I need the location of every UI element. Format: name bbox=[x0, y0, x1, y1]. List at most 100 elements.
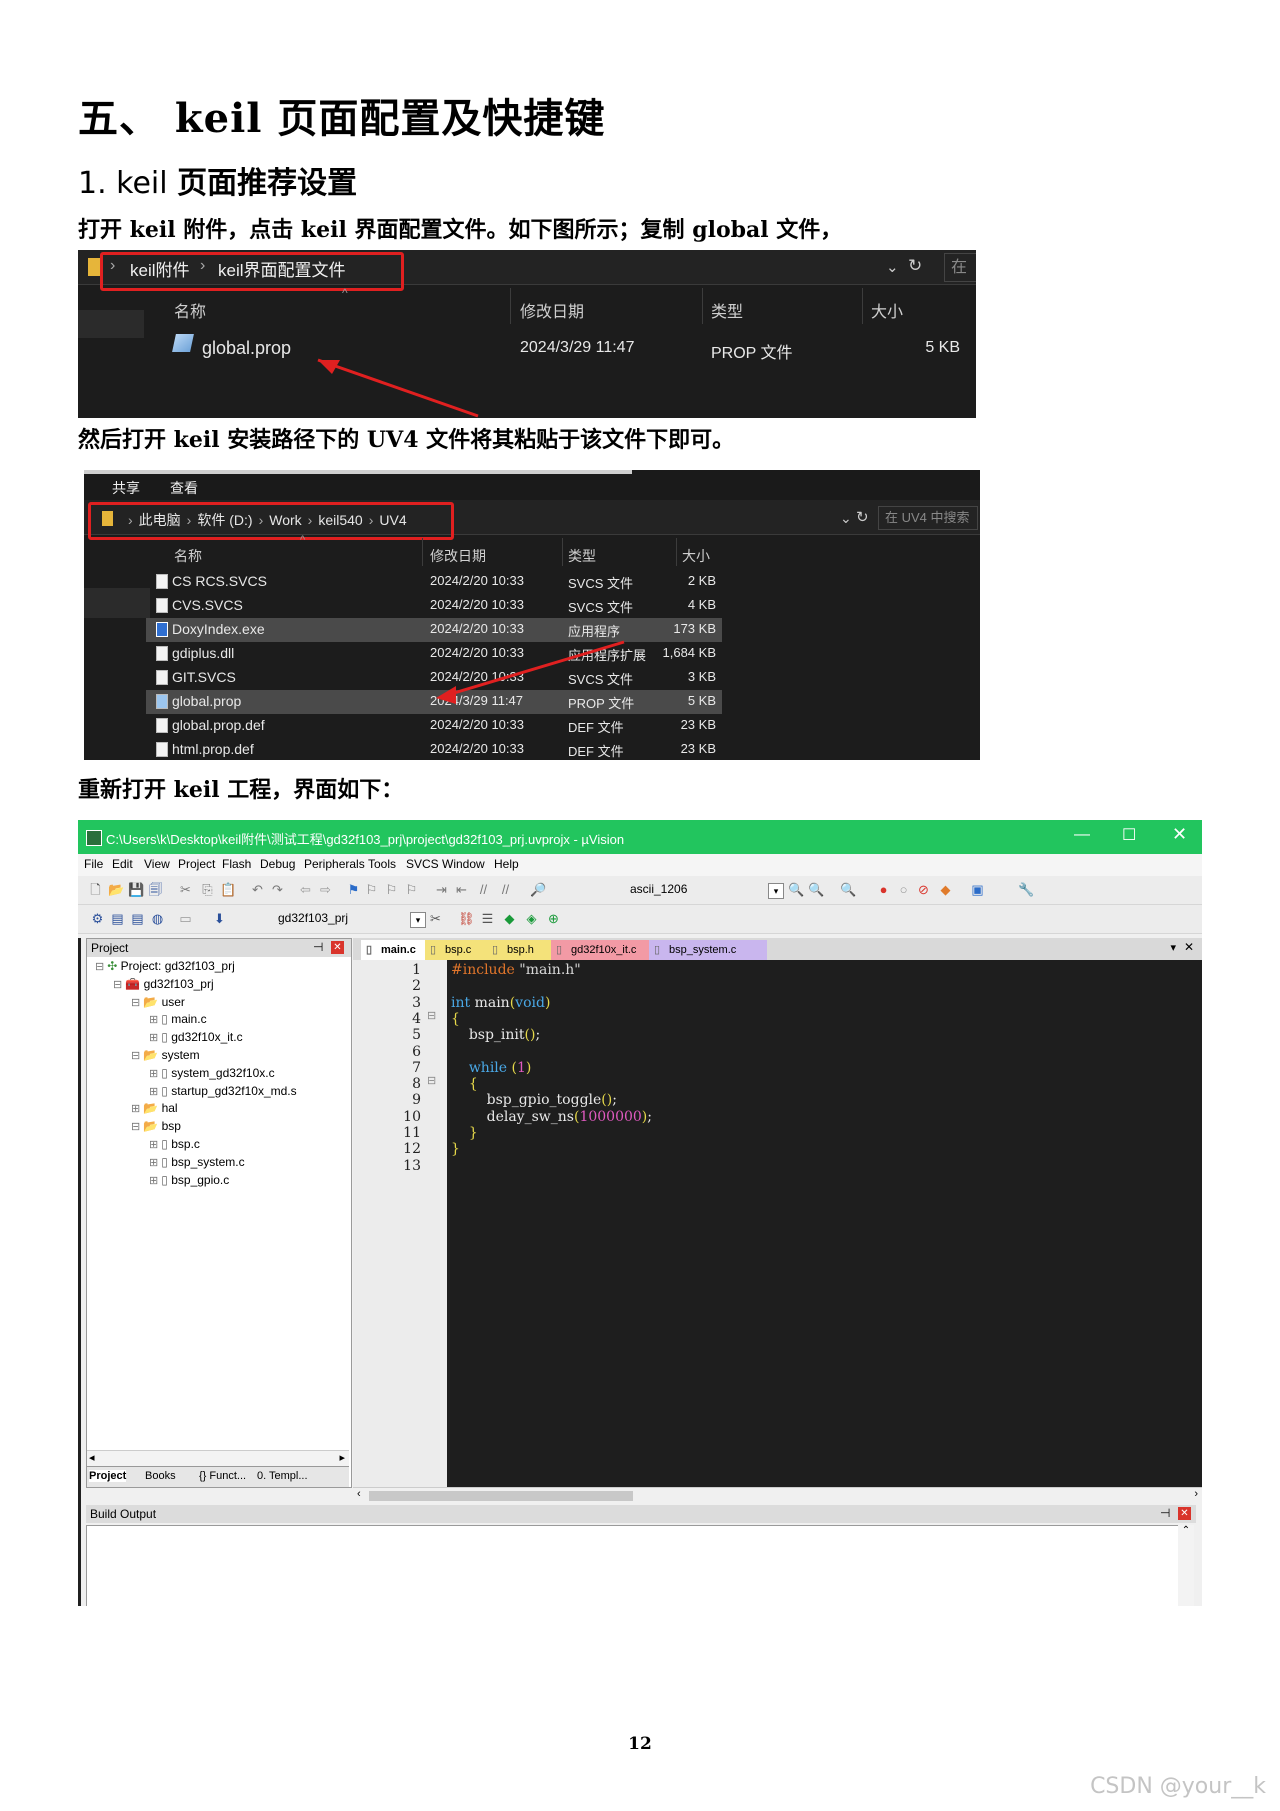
pane-tab[interactable]: 0. Templ... bbox=[257, 1470, 308, 1482]
scroll-right-icon[interactable]: › bbox=[1194, 1488, 1198, 1500]
settings-icon[interactable]: 🔧 bbox=[1018, 882, 1034, 897]
expand-toggle-icon[interactable]: ⊞ bbox=[131, 1103, 143, 1115]
load-icon[interactable]: ⬇ bbox=[212, 911, 227, 926]
menu-flash[interactable]: Flash bbox=[222, 857, 251, 871]
editor-scrollbar[interactable]: ‹ › bbox=[353, 1487, 1202, 1504]
menu-project[interactable]: Project bbox=[178, 857, 215, 871]
translate-icon[interactable]: ⚙ bbox=[90, 911, 105, 926]
breakpoint-icon[interactable]: ● bbox=[876, 882, 891, 897]
expand-toggle-icon[interactable]: ⊞ bbox=[149, 1068, 161, 1080]
find-in-files-icon[interactable]: 🔎 bbox=[530, 882, 546, 897]
file-extensions-icon[interactable]: ☰ bbox=[480, 911, 495, 926]
minimize-button[interactable]: — bbox=[1074, 826, 1090, 844]
scroll-left-icon[interactable]: ‹ bbox=[357, 1488, 361, 1500]
expand-toggle-icon[interactable]: ⊞ bbox=[149, 1014, 161, 1026]
scroll-thumb[interactable] bbox=[369, 1491, 633, 1501]
scroll-left-icon[interactable]: ◂ bbox=[89, 1451, 95, 1464]
tree-item[interactable]: ⊞ 📂 hal bbox=[131, 1101, 178, 1115]
tree-item[interactable]: ⊞ ▯ bsp_gpio.c bbox=[149, 1173, 229, 1187]
close-tab-icon[interactable]: ✕ bbox=[1184, 940, 1194, 954]
select-pack-icon[interactable]: ◆ bbox=[502, 911, 517, 926]
target-options-icon[interactable]: ✂ bbox=[428, 911, 443, 926]
stop-build-icon[interactable]: ▭ bbox=[178, 911, 193, 926]
close-pane-icon[interactable]: ✕ bbox=[1178, 1507, 1191, 1520]
scroll-right-icon[interactable]: ▸ bbox=[339, 1451, 345, 1464]
expand-toggle-icon[interactable]: ⊟ bbox=[131, 1050, 143, 1062]
menu-window[interactable]: Window bbox=[442, 857, 485, 871]
close-pane-icon[interactable]: ✕ bbox=[331, 941, 344, 954]
close-button[interactable]: ✕ bbox=[1172, 824, 1187, 845]
bookmark-icon[interactable]: ⚑ bbox=[346, 882, 361, 897]
scroll-up-icon[interactable]: ⌃ bbox=[1178, 1525, 1194, 1606]
fold-marker-main-icon[interactable]: ⊟ bbox=[427, 1009, 436, 1022]
pin-icon[interactable]: ⊣ bbox=[313, 940, 323, 954]
pane-tab[interactable]: Books bbox=[145, 1470, 176, 1482]
pane-tab[interactable]: Project bbox=[89, 1470, 127, 1482]
cut-icon[interactable]: ✂ bbox=[178, 882, 193, 897]
kill-breakpoints-icon[interactable]: ⊘ bbox=[916, 882, 931, 897]
tree-item[interactable]: ⊟ 📂 system bbox=[131, 1048, 200, 1062]
find-icon[interactable]: 🔍 bbox=[788, 882, 804, 897]
manage-components-icon[interactable]: ⛓ bbox=[458, 911, 475, 926]
new-file-icon[interactable]: 🗋 bbox=[88, 882, 103, 897]
maximize-button[interactable]: ☐ bbox=[1122, 825, 1136, 845]
copy-icon[interactable]: ⎘ bbox=[200, 882, 215, 897]
unindent-icon[interactable]: ⇤ bbox=[454, 882, 469, 897]
tree-item[interactable]: ⊞ ▯ system_gd32f10x.c bbox=[149, 1066, 275, 1080]
build-icon[interactable]: ▤ bbox=[110, 911, 125, 926]
pack-installer-icon[interactable]: ◈ bbox=[524, 911, 539, 926]
clear-bookmark-icon[interactable]: ⚐ bbox=[404, 882, 419, 897]
expand-toggle-icon[interactable]: ⊟ bbox=[131, 997, 143, 1009]
save-icon[interactable]: 💾 bbox=[128, 882, 144, 897]
horizontal-scrollbar[interactable]: ◂ ▸ bbox=[87, 1450, 349, 1467]
expand-toggle-icon[interactable]: ⊞ bbox=[149, 1032, 161, 1044]
expand-toggle-icon[interactable]: ⊞ bbox=[149, 1175, 161, 1187]
tree-item[interactable]: ⊞ ▯ startup_gd32f10x_md.s bbox=[149, 1084, 297, 1098]
expand-toggle-icon[interactable]: ⊞ bbox=[149, 1139, 161, 1151]
tree-item[interactable]: ⊞ ▯ main.c bbox=[149, 1012, 207, 1026]
next-bookmark-icon[interactable]: ⚐ bbox=[384, 882, 399, 897]
rte-icon[interactable]: ⊕ bbox=[546, 911, 561, 926]
paste-icon[interactable]: 📋 bbox=[220, 882, 236, 897]
tree-item[interactable]: ⊟ 🧰 gd32f103_prj bbox=[113, 977, 214, 991]
find-combo-value[interactable]: ascii_1206 bbox=[630, 882, 687, 896]
menu-tools[interactable]: Tools bbox=[368, 857, 396, 871]
tree-item[interactable]: ⊞ ▯ gd32f10x_it.c bbox=[149, 1030, 243, 1044]
menu-view[interactable]: View bbox=[144, 857, 170, 871]
tree-item[interactable]: ⊟ 📂 bsp bbox=[131, 1119, 181, 1133]
fold-marker-while-icon[interactable]: ⊟ bbox=[427, 1074, 436, 1087]
menu-edit[interactable]: Edit bbox=[112, 857, 133, 871]
batch-build-icon[interactable]: ◍ bbox=[150, 911, 165, 926]
pin-icon[interactable]: ⊣ bbox=[1160, 1506, 1170, 1520]
incremental-find-icon[interactable]: 🔍 bbox=[808, 882, 824, 897]
rebuild-icon[interactable]: ▤ bbox=[130, 911, 145, 926]
menu-file[interactable]: File bbox=[84, 857, 103, 871]
combo-dropdown-icon[interactable]: ▾ bbox=[768, 883, 784, 899]
redo-icon[interactable]: ↷ bbox=[270, 882, 285, 897]
pane-tab[interactable]: {} Funct... bbox=[199, 1470, 246, 1482]
indent-icon[interactable]: ⇥ bbox=[434, 882, 449, 897]
disable-breakpoint-icon[interactable]: ○ bbox=[896, 882, 911, 897]
expand-toggle-icon[interactable]: ⊞ bbox=[149, 1157, 161, 1169]
menu-peripherals[interactable]: Peripherals bbox=[304, 857, 365, 871]
tree-item[interactable]: ⊟ ✣ Project: gd32f103_prj bbox=[95, 959, 235, 973]
back-icon[interactable]: ⇦ bbox=[298, 882, 313, 897]
expand-toggle-icon[interactable]: ⊞ bbox=[149, 1086, 161, 1098]
tree-item[interactable]: ⊟ 📂 user bbox=[131, 995, 185, 1009]
open-icon[interactable]: 📂 bbox=[108, 882, 124, 897]
comment-icon[interactable]: // bbox=[476, 882, 491, 897]
menu-debug[interactable]: Debug bbox=[260, 857, 295, 871]
tree-item[interactable]: ⊞ ▯ bsp.c bbox=[149, 1137, 200, 1151]
expand-toggle-icon[interactable]: ⊟ bbox=[113, 979, 125, 991]
menu-help[interactable]: Help bbox=[494, 857, 519, 871]
code-editor[interactable]: #include "main.h" int main(void){ bsp_ini… bbox=[447, 960, 1202, 1487]
expand-toggle-icon[interactable]: ⊟ bbox=[131, 1121, 143, 1133]
uncomment-icon[interactable]: // bbox=[498, 882, 513, 897]
editor-tab-gd32f10x-it-c[interactable]: ▯ gd32f10x_it.c bbox=[551, 940, 663, 960]
save-all-icon[interactable]: 🗐 bbox=[148, 882, 163, 897]
tree-item[interactable]: ⊞ ▯ bsp_system.c bbox=[149, 1155, 245, 1169]
expand-toggle-icon[interactable]: ⊟ bbox=[95, 961, 107, 973]
menu-svcs[interactable]: SVCS bbox=[406, 857, 439, 871]
window-icon[interactable]: ▣ bbox=[970, 882, 985, 897]
editor-tab-bsp-system-c[interactable]: ▯ bsp_system.c bbox=[649, 940, 767, 960]
